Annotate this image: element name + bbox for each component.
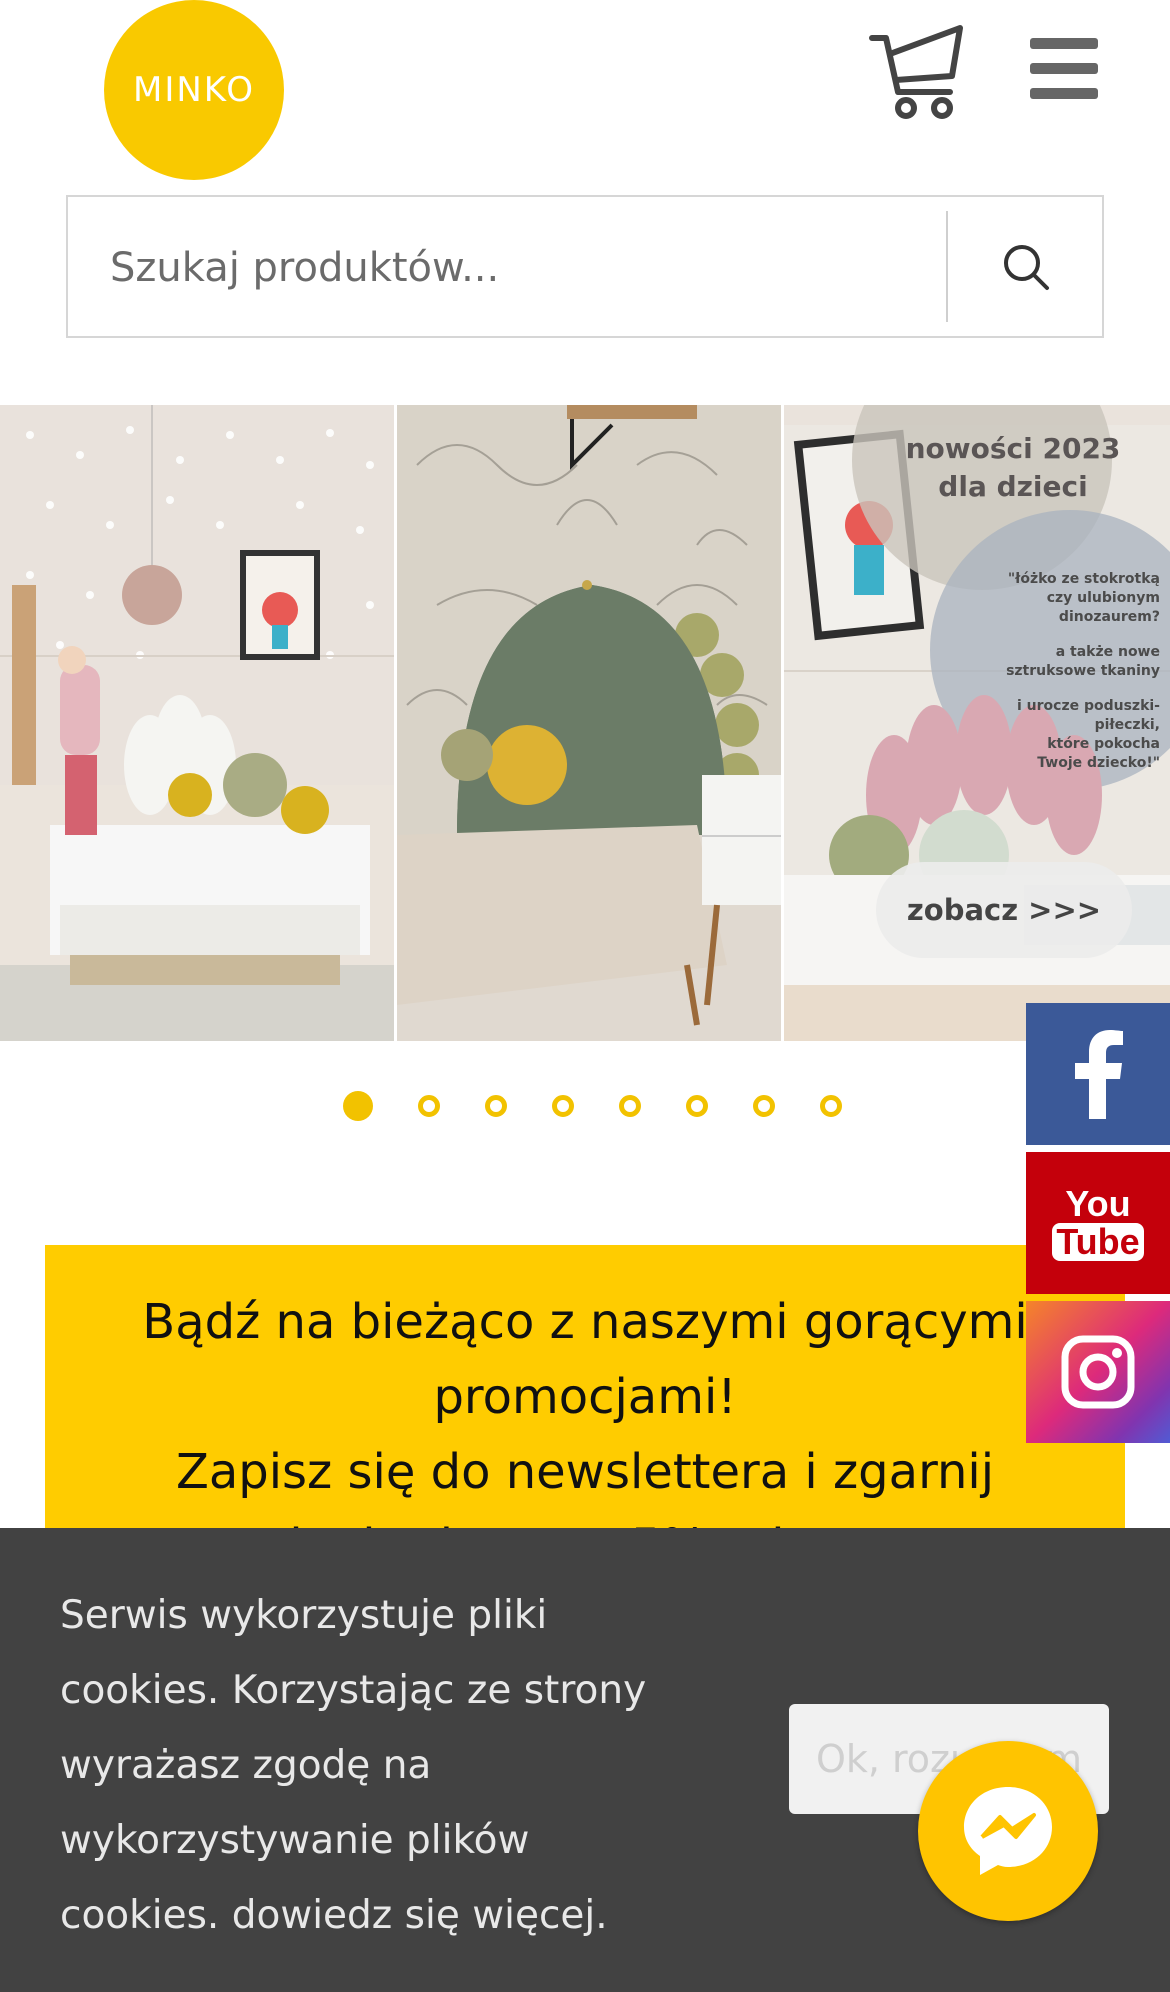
youtube-icon: You Tube (1052, 1183, 1144, 1261)
slider-dot-4[interactable] (551, 1095, 574, 1117)
slide-text-line: czy ulubionym dinozaurem? (1046, 590, 1160, 625)
menu-bar (1030, 38, 1098, 49)
cookie-message: Serwis wykorzystuje pliki cookies. Korzy… (60, 1593, 647, 1938)
slider-dot-5[interactable] (618, 1095, 641, 1117)
instagram-icon (1061, 1335, 1135, 1409)
slider-dot-1[interactable] (342, 1091, 373, 1121)
menu-bar (1030, 63, 1098, 74)
instagram-button[interactable] (1026, 1301, 1170, 1443)
slide-description: "łóżko ze stokrotką czy ulubionym dinoza… (960, 570, 1160, 773)
slide-text-line: a także nowe (1055, 644, 1160, 660)
youtube-label-bottom: Tube (1052, 1223, 1144, 1261)
facebook-icon (1075, 1030, 1123, 1119)
menu-bar (1030, 88, 1098, 99)
slide-text-line: sztruksowe tkaniny (1006, 663, 1160, 679)
messenger-icon (964, 1787, 1052, 1875)
search-button[interactable] (948, 197, 1104, 336)
slider-dot-6[interactable] (685, 1095, 708, 1117)
newsletter-line1: Bądź na bieżąco z naszymi gorącymi (142, 1294, 1028, 1350)
slide-image-daisy-bed (0, 405, 394, 1041)
search-icon (1004, 244, 1049, 290)
slide-text-line: i urocze poduszki- piłeczki, (1016, 698, 1160, 733)
slide-image-dinosaur-bed (397, 405, 781, 1041)
hamburger-menu-icon[interactable] (1030, 38, 1098, 99)
cookie-more-link[interactable]: dowiedz się więcej. (232, 1893, 608, 1938)
slide-text-line: które pokocha (1047, 736, 1160, 752)
slider-dot-8[interactable] (819, 1095, 842, 1117)
slider-dot-7[interactable] (752, 1095, 775, 1117)
slide-title-line1: nowości 2023 (905, 432, 1121, 465)
logo-text: MINKO (133, 70, 255, 110)
slide-title: nowości 2023 dla dzieci (893, 430, 1133, 506)
slide-text-line: "łóżko ze stokrotką (1007, 571, 1160, 587)
dinosaur-bed-illustration (397, 405, 781, 1041)
facebook-button[interactable] (1026, 1003, 1170, 1145)
see-more-button[interactable]: zobacz >>> (876, 862, 1132, 958)
slider-dot-3[interactable] (484, 1095, 507, 1117)
slider-dot-2[interactable] (417, 1095, 440, 1117)
daisy-bed-illustration (0, 405, 394, 1041)
youtube-button[interactable]: You Tube (1026, 1152, 1170, 1294)
search-box (66, 195, 1104, 338)
cookie-text: Serwis wykorzystuje pliki cookies. Korzy… (60, 1578, 680, 1953)
logo[interactable]: MINKO (104, 0, 284, 180)
youtube-label-top: You (1065, 1183, 1131, 1224)
slide-text-line: Twoje dziecko!" (1037, 755, 1160, 771)
newsletter-line2: promocjami! (433, 1369, 737, 1425)
newsletter-line3: Zapisz się do newslettera i zgarnij (175, 1444, 995, 1500)
search-input[interactable] (108, 197, 972, 338)
slide-title-line2: dla dzieci (938, 470, 1088, 503)
messenger-chat-button[interactable] (918, 1741, 1098, 1921)
cart-icon[interactable] (868, 24, 964, 120)
cart-icon-svg (869, 25, 963, 119)
slider-dots (0, 1091, 1170, 1127)
